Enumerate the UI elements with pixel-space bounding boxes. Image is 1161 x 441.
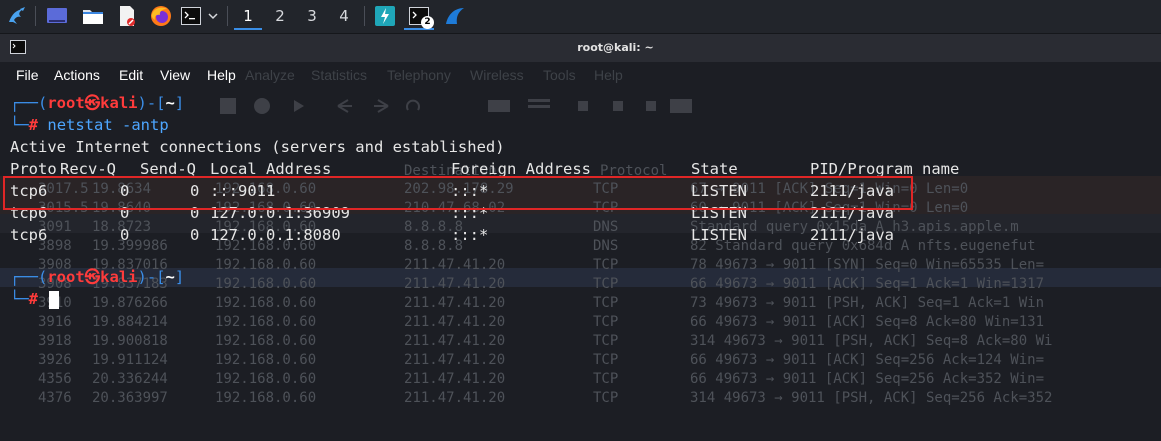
ghost-cell: 192.168.0.60 — [215, 276, 317, 292]
prompt-skull: ㉿ — [84, 94, 101, 112]
prompt-dir: ~ — [165, 268, 175, 286]
ghost-cell: 192.168.0.60 — [215, 352, 317, 368]
menu-view[interactable]: View — [160, 67, 190, 83]
ghost-cell: TCP — [593, 390, 619, 406]
ghost-cell: 211.47.41.20 — [404, 257, 506, 273]
row-state: LISTEN — [691, 226, 747, 244]
show-desktop-icon[interactable] — [44, 4, 70, 28]
ghost-cell: 66 49673 → 9011 [ACK] Seq=1 Ack=1 Win=13… — [690, 276, 1045, 292]
prompt-dir: ~ — [165, 94, 175, 112]
burp-suite-icon[interactable] — [372, 4, 398, 28]
command-line: └─# netstat -antp — [10, 116, 169, 134]
ghost-cell: 19.399986 — [92, 238, 168, 254]
row-local: 127.0.0.1:8080 — [210, 226, 341, 244]
menu-edit[interactable]: Edit — [119, 67, 143, 83]
ghost-cell: TCP — [593, 295, 619, 311]
ghost-cell: TCP — [593, 314, 619, 330]
ghost-cell: TCP — [593, 352, 619, 368]
terminal-menubar: File Actions Edit View Help — [0, 62, 1161, 90]
ghost-cell: 314 49673 → 9011 [PSH, ACK] Seq=256 Ack=… — [690, 390, 1053, 406]
prompt-host: kali — [100, 268, 138, 286]
panel-separator — [364, 6, 365, 26]
file-manager-icon[interactable] — [80, 4, 106, 28]
background-wireshark: Analyze Statistics Telephony Wireless To… — [0, 62, 1161, 441]
workspace-4[interactable]: 4 — [330, 4, 358, 28]
ghost-cell: TCP — [593, 371, 619, 387]
ghost-cell: 20.336244 — [92, 371, 168, 387]
ghost-cell: 192.168.0.60 — [215, 295, 317, 311]
ghost-cell: 211.47.41.20 — [404, 352, 506, 368]
prompt-host: kali — [100, 94, 138, 112]
prompt-line-2: ┌──(root㉿kali)-[~] — [10, 268, 185, 286]
menu-file[interactable]: File — [16, 67, 39, 83]
ghost-cell: DNS — [593, 219, 619, 235]
highlight-box — [3, 176, 913, 210]
terminal-titlebar[interactable]: root@kali: ~ — [0, 34, 1161, 62]
ghost-cell: 19.884214 — [92, 314, 168, 330]
prompt-symbol: # — [28, 290, 39, 308]
wireshark-icon[interactable] — [442, 4, 468, 28]
kali-menu-icon[interactable] — [4, 4, 30, 28]
ghost-cell: 20.363997 — [92, 390, 168, 406]
prompt-user: root — [47, 94, 85, 112]
ghost-cell: 4356 — [38, 371, 72, 387]
ghost-toolbar — [218, 96, 698, 116]
ghost-cell: 192.168.0.60 — [215, 333, 317, 349]
ghost-cell: 211.47.41.20 — [404, 276, 506, 292]
ghost-cell: 19.876266 — [92, 295, 168, 311]
terminal-count-badge: 2 — [421, 16, 434, 29]
ghost-cell: 192.168.0.60 — [215, 314, 317, 330]
row-sendq: 0 — [190, 226, 200, 244]
window-title: root@kali: ~ — [577, 41, 654, 54]
ghost-cell: 3918 — [38, 333, 72, 349]
ghost-cell: 73 49673 → 9011 [PSH, ACK] Seq=1 Ack=1 W… — [690, 295, 1045, 311]
ghost-cell: 211.47.41.20 — [404, 333, 506, 349]
workspace-3[interactable]: 3 — [298, 4, 326, 28]
ghost-cell: 211.47.41.20 — [404, 371, 506, 387]
row-recvq: 0 — [120, 226, 130, 244]
ghost-cell: 211.47.41.20 — [404, 295, 506, 311]
ghost-cell: 314 49673 → 9011 [PSH, ACK] Seq=8 Ack=80… — [690, 333, 1053, 349]
ghost-cell: TCP — [593, 257, 619, 273]
panel-separator — [35, 6, 36, 26]
workspace-2[interactable]: 2 — [266, 4, 294, 28]
row-pid: 2111/java — [810, 226, 894, 244]
menu-actions[interactable]: Actions — [54, 67, 100, 83]
ghost-cell: 192.168.0.60 — [215, 257, 317, 273]
ghost-cell: 211.47.41.20 — [404, 314, 506, 330]
ghost-cell: 19.900818 — [92, 333, 168, 349]
ghost-cell: 192.168.0.60 — [215, 371, 317, 387]
ghost-cell: TCP — [593, 333, 619, 349]
ghost-cell: 4376 — [38, 390, 72, 406]
prompt-symbol: # — [28, 116, 39, 134]
ghost-cell: 211.47.41.20 — [404, 390, 506, 406]
workspace-1[interactable]: 1 — [234, 4, 262, 30]
panel-separator — [227, 6, 228, 26]
terminal-launcher-icon[interactable] — [180, 4, 202, 28]
command-line-2: └─# — [10, 290, 39, 308]
chevron-down-icon[interactable] — [205, 4, 221, 28]
ghost-cell: 78 49673 → 9011 [SYN] Seq=0 Win=65535 Le… — [690, 257, 1045, 273]
ghost-cell: 3926 — [38, 352, 72, 368]
ghost-cell: 66 49673 → 9011 [ACK] Seq=256 Ack=124 Wi… — [690, 352, 1045, 368]
prompt-user: root — [47, 268, 85, 286]
ghost-cell: 192.168.0.60 — [215, 390, 317, 406]
menu-help[interactable]: Help — [207, 67, 236, 83]
command-text: netstat -antp — [47, 116, 169, 134]
prompt-skull: ㉿ — [84, 268, 101, 286]
firefox-icon[interactable] — [148, 4, 174, 28]
ghost-cell: 66 49673 → 9011 [ACK] Seq=256 Ack=352 Wi… — [690, 371, 1045, 387]
ghost-cell: 3916 — [38, 314, 72, 330]
ghost-cell: 66 49673 → 9011 [ACK] Seq=8 Ack=80 Win=1… — [690, 314, 1045, 330]
prompt-line-1: ┌──(root㉿kali)-[~] — [10, 94, 185, 112]
ghost-cell: TCP — [593, 276, 619, 292]
terminal-cursor — [49, 291, 59, 309]
text-editor-icon[interactable] — [115, 4, 139, 28]
row-foreign: :::* — [451, 226, 489, 244]
top-panel: 1 2 3 4 2 — [0, 0, 1161, 34]
ghost-cell: DNS — [593, 238, 619, 254]
output-header: Active Internet connections (servers and… — [10, 138, 505, 156]
ghost-cell: 19.911124 — [92, 352, 168, 368]
row-proto: tcp6 — [10, 226, 48, 244]
